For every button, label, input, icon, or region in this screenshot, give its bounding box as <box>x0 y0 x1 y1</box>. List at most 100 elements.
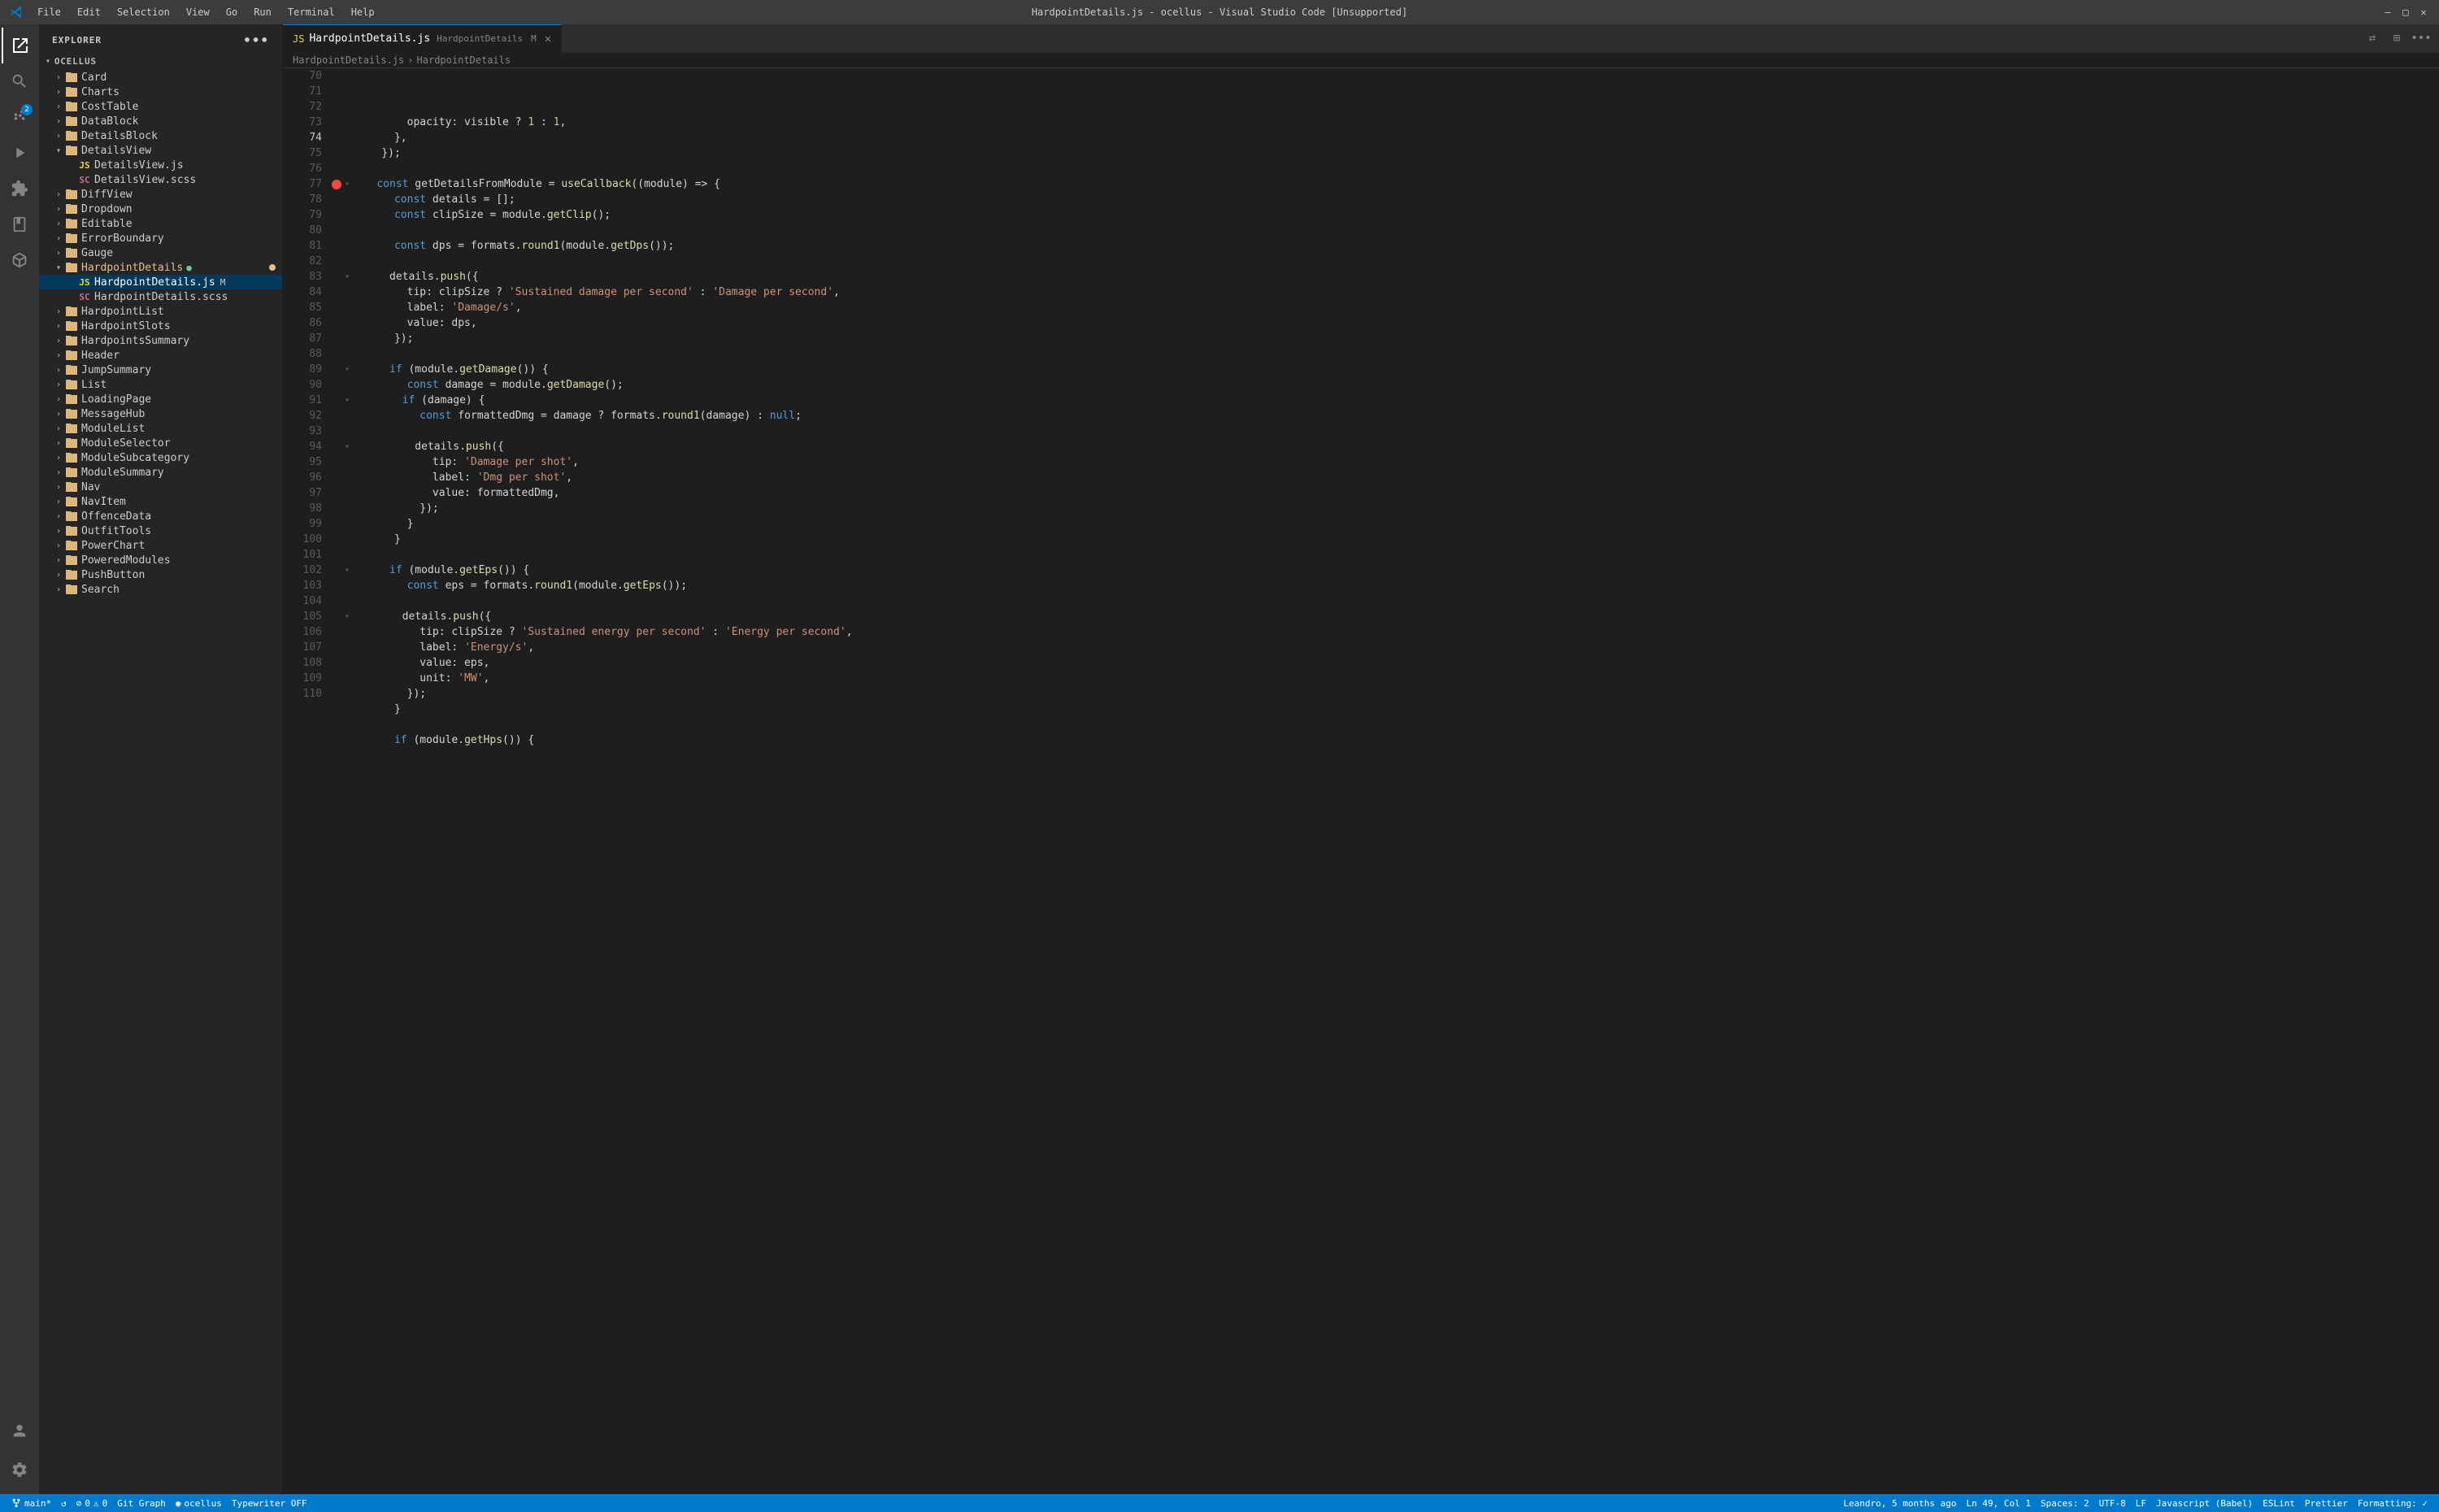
box-activity-icon[interactable] <box>2 242 37 278</box>
indentation-status[interactable]: Spaces: 2 <box>2036 1494 2094 1512</box>
split-editor-button[interactable]: ⇄ <box>2361 27 2384 50</box>
tree-item-charts[interactable]: › Charts <box>39 85 282 99</box>
tree-item-detailsview[interactable]: ▾ DetailsView <box>39 143 282 158</box>
run-activity-icon[interactable] <box>2 135 37 171</box>
menu-go[interactable]: Go <box>220 5 244 20</box>
tree-item-costtable[interactable]: › CostTable <box>39 99 282 114</box>
menu-edit[interactable]: Edit <box>71 5 107 20</box>
tree-item-card[interactable]: › Card <box>39 70 282 85</box>
more-actions-button[interactable]: ••• <box>2410 27 2432 50</box>
tree-item-search[interactable]: › Search <box>39 582 282 597</box>
user-status[interactable]: Leandro, 5 months ago <box>1838 1494 1961 1512</box>
tree-item-dropdown[interactable]: › Dropdown <box>39 202 282 216</box>
activity-bar-bottom <box>2 1413 37 1494</box>
tree-item-detailsblock[interactable]: › DetailsBlock <box>39 128 282 143</box>
git-branch-status[interactable]: main* <box>7 1494 56 1512</box>
tree-item-poweredmodules[interactable]: › PoweredModules <box>39 553 282 567</box>
tree-item-offencedata[interactable]: › OffenceData <box>39 509 282 524</box>
menu-terminal[interactable]: Terminal <box>281 5 341 20</box>
typewriter-status[interactable]: Typewriter OFF <box>227 1494 312 1512</box>
tree-item-loadingpage[interactable]: › LoadingPage <box>39 392 282 406</box>
tree-item-hardpointdetails-scss[interactable]: SC HardpointDetails.scss <box>39 289 282 304</box>
code-editor[interactable]: 7071727374757677787980818283848586878889… <box>283 68 2439 1494</box>
line-ending-status[interactable]: LF <box>2131 1494 2151 1512</box>
code-line-96: } <box>332 516 2439 532</box>
fold-arrow-102[interactable]: ▾ <box>345 609 350 624</box>
sidebar-header: Explorer ••• <box>39 24 282 53</box>
eslint-status[interactable]: ESLint <box>2258 1494 2300 1512</box>
tree-item-modulesummary[interactable]: › ModuleSummary <box>39 465 282 480</box>
fold-arrow-74[interactable]: ▾ <box>345 176 350 192</box>
tree-item-detailsview-js[interactable]: JS DetailsView.js <box>39 158 282 172</box>
ocellus-status[interactable]: ◉ ocellus <box>171 1494 227 1512</box>
code-line-93: label: 'Dmg per shot', <box>332 470 2439 485</box>
source-control-activity-icon[interactable]: 2 <box>2 99 37 135</box>
breadcrumb-root[interactable]: HardpointDetails.js <box>293 54 404 66</box>
sidebar-more-button[interactable]: ••• <box>243 33 269 48</box>
tree-item-hardpointdetails-js[interactable]: JS HardpointDetails.js M <box>39 275 282 289</box>
book-activity-icon[interactable] <box>2 206 37 242</box>
tree-item-gauge[interactable]: › Gauge <box>39 245 282 260</box>
fold-arrow-80[interactable]: ▾ <box>345 269 350 285</box>
account-activity-icon[interactable] <box>2 1413 37 1449</box>
source-control-badge: 2 <box>21 104 33 115</box>
tree-item-navitem[interactable]: › NavItem <box>39 494 282 509</box>
tree-item-modulesubcategory[interactable]: › ModuleSubcategory <box>39 450 282 465</box>
tree-item-header[interactable]: › Header <box>39 348 282 363</box>
tree-section-ocellus[interactable]: ▾ OCELLUS <box>39 53 282 70</box>
tree-label-detailsview: DetailsView <box>81 145 151 157</box>
fold-arrow-99[interactable]: ▾ <box>345 563 350 578</box>
tree-item-moduleselector[interactable]: › ModuleSelector <box>39 436 282 450</box>
error-count[interactable]: ⊘ 0 ⚠ 0 <box>72 1494 113 1512</box>
tree-label-navitem: NavItem <box>81 496 126 508</box>
tree-item-diffview[interactable]: › DiffView <box>39 187 282 202</box>
language-status[interactable]: Javascript (Babel) <box>2151 1494 2258 1512</box>
tree-item-hardpointlist[interactable]: › HardpointList <box>39 304 282 319</box>
language-label: Javascript (Babel) <box>2156 1498 2253 1509</box>
prettier-status[interactable]: Prettier <box>2300 1494 2353 1512</box>
breadcrumb-item[interactable]: HardpointDetails <box>417 54 511 66</box>
tree-item-messagehub[interactable]: › MessageHub <box>39 406 282 421</box>
fold-arrow-88[interactable]: ▾ <box>345 393 350 408</box>
menu-selection[interactable]: Selection <box>111 5 176 20</box>
tab-close-button[interactable]: ✕ <box>545 33 551 45</box>
git-graph-status[interactable]: Git Graph <box>112 1494 171 1512</box>
minimize-button[interactable]: — <box>2382 7 2393 18</box>
settings-activity-icon[interactable] <box>2 1452 37 1488</box>
menu-run[interactable]: Run <box>247 5 278 20</box>
search-activity-icon[interactable] <box>2 63 37 99</box>
tree-item-pushbutton[interactable]: › PushButton <box>39 567 282 582</box>
folder-icon-navitem <box>65 495 78 508</box>
explorer-activity-icon[interactable] <box>2 28 37 63</box>
cursor-position[interactable]: Ln 49, Col 1 <box>1961 1494 2035 1512</box>
maximize-button[interactable]: □ <box>2400 7 2411 18</box>
tree-item-nav[interactable]: › Nav <box>39 480 282 494</box>
fold-arrow-91[interactable]: ▾ <box>345 439 350 454</box>
fold-arrow-86[interactable]: ▾ <box>345 362 350 377</box>
menu-view[interactable]: View <box>180 5 216 20</box>
encoding-status[interactable]: UTF-8 <box>2094 1494 2131 1512</box>
menu-file[interactable]: File <box>31 5 67 20</box>
tree-item-hardpointdetails[interactable]: ▾ HardpointDetails ● <box>39 260 282 275</box>
tree-item-hardpointssummary[interactable]: › HardpointsSummary <box>39 333 282 348</box>
formatting-status[interactable]: Formatting: ✓ <box>2353 1494 2432 1512</box>
tree-item-datablock[interactable]: › DataBlock <box>39 114 282 128</box>
tree-item-powerchart[interactable]: › PowerChart <box>39 538 282 553</box>
close-button[interactable]: ✕ <box>2418 7 2429 18</box>
tree-item-outfittools[interactable]: › OutfitTools <box>39 524 282 538</box>
tree-item-jumpsummary[interactable]: › JumpSummary <box>39 363 282 377</box>
breadcrumb-toggle[interactable]: ⊞ <box>2385 27 2408 50</box>
tree-item-list[interactable]: › List <box>39 377 282 392</box>
tab-hardpointdetails[interactable]: JS HardpointDetails.js HardpointDetails … <box>283 24 562 53</box>
tree-item-hardpointslots[interactable]: › HardpointSlots <box>39 319 282 333</box>
tree-item-errorboundary[interactable]: › ErrorBoundary <box>39 231 282 245</box>
folder-icon-list <box>65 378 78 391</box>
sync-status[interactable]: ↺ <box>56 1494 72 1512</box>
extensions-activity-icon[interactable] <box>2 171 37 206</box>
folder-arrow-header: › <box>52 349 65 362</box>
tree-item-editable[interactable]: › Editable <box>39 216 282 231</box>
tree-item-modulelist[interactable]: › ModuleList <box>39 421 282 436</box>
sidebar-tree[interactable]: ▾ OCELLUS › Card › Charts › <box>39 53 282 1494</box>
tree-item-detailsview-scss[interactable]: SC DetailsView.scss <box>39 172 282 187</box>
menu-help[interactable]: Help <box>345 5 381 20</box>
